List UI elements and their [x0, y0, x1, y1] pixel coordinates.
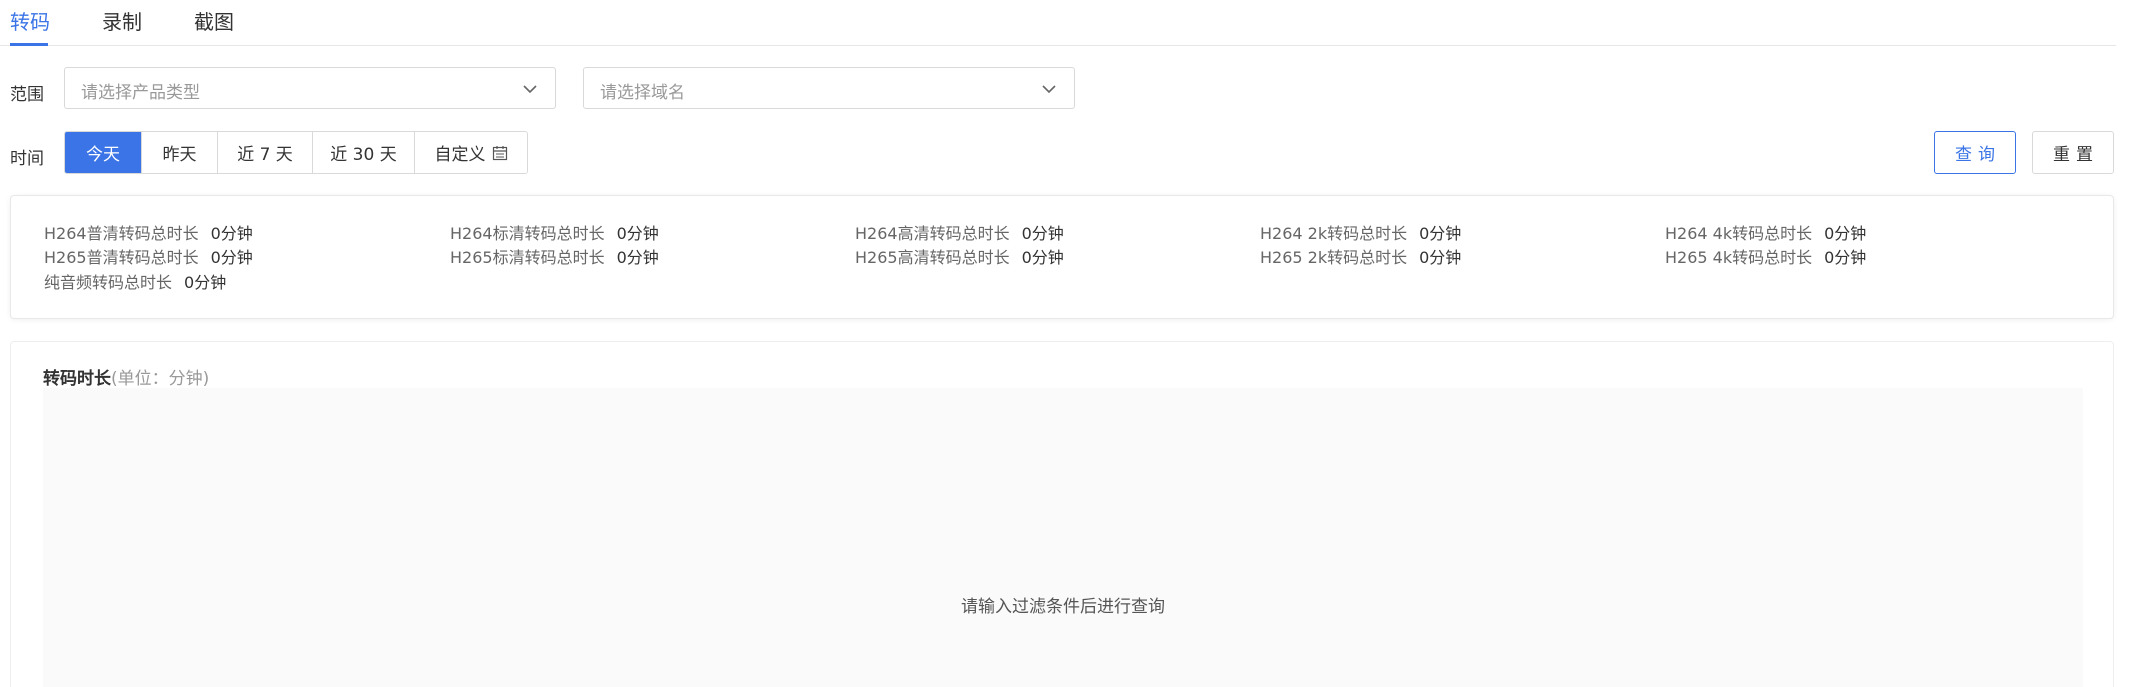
chart-area: 请输入过滤条件后进行查询	[43, 388, 2083, 687]
panel-title-unit: (单位：分钟)	[111, 369, 210, 389]
stat-h264-4k: H264 4k转码总时长 0分钟	[1665, 224, 1867, 243]
scope-label: 范围	[10, 85, 44, 105]
summary-card: H264普清转码总时长 0分钟 H264标清转码总时长 0分钟 H264高清转码总时…	[10, 195, 2114, 319]
reset-button[interactable]: 重置	[2032, 131, 2114, 174]
query-button[interactable]: 查询	[1934, 131, 2016, 174]
product-type-select[interactable]: 请选择产品类型	[64, 67, 556, 109]
empty-state-message: 请输入过滤条件后进行查询	[961, 597, 1165, 617]
stat-h264-sd: H264普清转码总时长 0分钟	[44, 224, 253, 243]
page: 转码 录制 截图 范围 请选择产品类型 请选择域名 时间 今天 昨天 近 7 天…	[0, 0, 2140, 687]
chevron-down-icon	[1042, 85, 1056, 94]
active-tab-indicator	[10, 43, 48, 46]
time-option-today[interactable]: 今天	[65, 132, 142, 173]
product-type-placeholder: 请选择产品类型	[81, 83, 200, 103]
custom-label: 自定义	[434, 145, 486, 165]
tab-transcode[interactable]: 转码	[10, 8, 50, 36]
tab-record[interactable]: 录制	[102, 8, 142, 36]
tab-screenshot[interactable]: 截图	[194, 8, 234, 36]
stat-h265-high: H265高清转码总时长 0分钟	[855, 248, 1064, 267]
time-option-7days[interactable]: 近 7 天	[218, 132, 313, 173]
stat-h265-2k: H265 2k转码总时长 0分钟	[1260, 248, 1462, 267]
stat-h265-sd: H265普清转码总时长 0分钟	[44, 248, 253, 267]
stat-h264-high: H264高清转码总时长 0分钟	[855, 224, 1064, 243]
panel-title-text: 转码时长	[43, 369, 111, 389]
chart-panel: 转码时长(单位：分钟) 请输入过滤条件后进行查询	[10, 341, 2114, 687]
calendar-icon	[492, 145, 507, 160]
panel-title: 转码时长(单位：分钟)	[43, 364, 209, 389]
time-label: 时间	[10, 149, 44, 169]
chevron-down-icon	[523, 85, 537, 94]
domain-select[interactable]: 请选择域名	[583, 67, 1075, 109]
stat-h265-4k: H265 4k转码总时长 0分钟	[1665, 248, 1867, 267]
time-option-yesterday[interactable]: 昨天	[142, 132, 218, 173]
time-range-selector: 今天 昨天 近 7 天 近 30 天 自定义	[64, 131, 528, 174]
time-option-custom[interactable]: 自定义	[415, 132, 527, 173]
stat-h264-2k: H264 2k转码总时长 0分钟	[1260, 224, 1462, 243]
domain-placeholder: 请选择域名	[600, 83, 685, 103]
stat-h265-hd-std: H265标清转码总时长 0分钟	[450, 248, 659, 267]
stat-h264-hd-std: H264标清转码总时长 0分钟	[450, 224, 659, 243]
stat-audio-only: 纯音频转码总时长 0分钟	[44, 273, 227, 292]
time-option-30days[interactable]: 近 30 天	[313, 132, 415, 173]
tab-bar: 转码 录制 截图	[0, 0, 2116, 46]
